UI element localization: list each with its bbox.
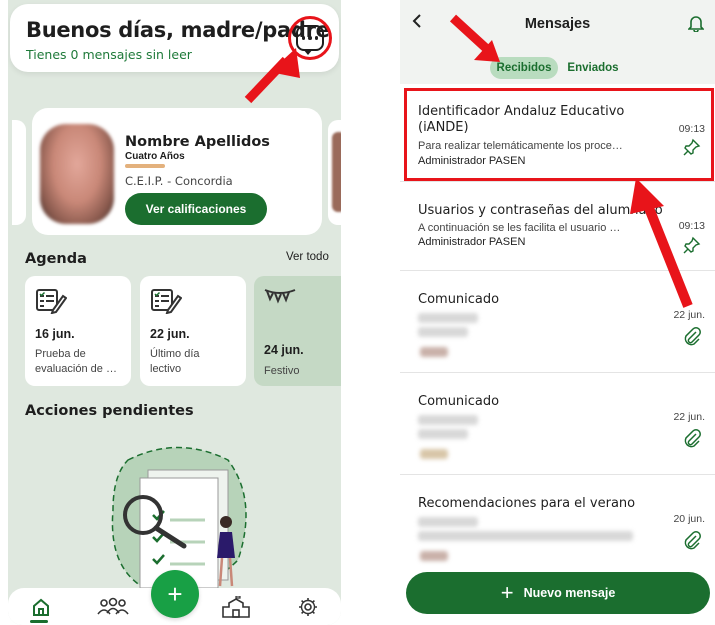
unread-count: Tienes 0 mensajes sin leer xyxy=(26,47,192,62)
view-grades-button[interactable]: Ver calificaciones xyxy=(125,193,267,225)
school-icon[interactable] xyxy=(221,596,251,618)
avatar xyxy=(40,124,114,224)
annotation-highlight-box xyxy=(404,88,714,181)
tab-sent[interactable]: Enviados xyxy=(563,57,623,79)
student-color-bar xyxy=(125,164,165,168)
greeting-card: Buenos días, madre/padre Tienes 0 mensaj… xyxy=(10,4,339,72)
people-icon[interactable] xyxy=(96,596,130,618)
blurred-attachment xyxy=(420,449,448,459)
student-age: Cuatro Años xyxy=(125,151,185,162)
plus-icon: + xyxy=(167,578,183,609)
list-item[interactable]: Usuarios y contraseñas del alumnado A co… xyxy=(400,182,715,271)
message-time: 20 jun. xyxy=(673,513,705,525)
agenda-desc: Festivo xyxy=(264,365,300,377)
pending-actions-title: Acciones pendientes xyxy=(25,403,194,419)
blurred-attachment xyxy=(420,551,448,561)
blurred-sender xyxy=(418,327,468,337)
home-screen: Buenos días, madre/padre Tienes 0 mensaj… xyxy=(8,0,341,625)
message-time: 09:13 xyxy=(678,220,705,232)
blurred-preview xyxy=(418,415,478,425)
new-message-label: Nuevo mensaje xyxy=(523,586,616,600)
message-time: 22 jun. xyxy=(673,309,705,321)
agenda-see-all-link[interactable]: Ver todo xyxy=(286,251,329,263)
message-subject: Comunicado xyxy=(418,394,500,409)
agenda-date: 22 jun. xyxy=(150,327,190,341)
list-item[interactable]: Comunicado 22 jun. xyxy=(400,373,715,475)
agenda-date: 16 jun. xyxy=(35,327,75,341)
greeting-title: Buenos días, madre/padre xyxy=(26,18,330,42)
agenda-title: Agenda xyxy=(25,251,87,267)
messages-header: Mensajes Recibidos Enviados xyxy=(400,0,715,84)
add-button[interactable]: + xyxy=(151,570,199,618)
student-name: Nombre Apellidos xyxy=(125,134,270,150)
exam-icon xyxy=(150,286,183,320)
blurred-sender xyxy=(418,429,468,439)
agenda-date: 24 jun. xyxy=(264,343,304,357)
agenda-desc: Último día lectivo xyxy=(150,348,200,375)
plus-icon: + xyxy=(500,580,514,605)
list-item[interactable]: Comunicado 22 jun. xyxy=(400,271,715,373)
pin-icon[interactable] xyxy=(683,236,701,259)
blurred-preview xyxy=(418,517,478,527)
message-sender: Administrador PASEN xyxy=(418,236,526,248)
active-tab-indicator xyxy=(30,620,48,623)
blurred-preview xyxy=(418,531,633,541)
message-subject: Usuarios y contraseñas del alumnado xyxy=(418,203,663,218)
paperclip-icon[interactable] xyxy=(683,530,701,555)
list-item[interactable]: Recomendaciones para el verano 20 jun. xyxy=(400,475,715,570)
annotation-circle xyxy=(288,16,332,60)
exam-icon xyxy=(35,286,68,320)
agenda-item[interactable]: 22 jun. Último día lectivo xyxy=(140,276,246,386)
page-title: Mensajes xyxy=(524,16,591,32)
bell-icon[interactable] xyxy=(687,14,705,37)
blurred-preview xyxy=(418,313,478,323)
agenda-item[interactable]: 16 jun. Prueba de evaluación de … xyxy=(25,276,131,386)
new-message-button[interactable]: + Nuevo mensaje xyxy=(406,572,710,614)
message-subject: Recomendaciones para el verano xyxy=(418,496,636,511)
home-icon[interactable] xyxy=(29,596,53,618)
paperclip-icon[interactable] xyxy=(683,428,701,453)
settings-icon[interactable] xyxy=(296,596,320,618)
tab-received[interactable]: Recibidos xyxy=(490,57,558,79)
student-school: C.E.I.P. - Concordia xyxy=(125,174,233,188)
blurred-attachment xyxy=(420,347,448,357)
paperclip-icon[interactable] xyxy=(683,326,701,351)
agenda-item[interactable]: 24 jun. Festivo xyxy=(254,276,341,386)
previous-student-card[interactable] xyxy=(12,120,26,225)
bunting-icon xyxy=(264,286,296,316)
message-subject: Comunicado xyxy=(418,292,500,307)
message-preview: A continuación se les facilita el usuari… xyxy=(418,222,621,234)
message-time: 22 jun. xyxy=(673,411,705,423)
student-card[interactable]: Nombre Apellidos Cuatro Años C.E.I.P. - … xyxy=(32,108,322,235)
agenda-desc: Prueba de evaluación de … xyxy=(35,348,117,375)
next-student-card[interactable] xyxy=(328,120,341,225)
